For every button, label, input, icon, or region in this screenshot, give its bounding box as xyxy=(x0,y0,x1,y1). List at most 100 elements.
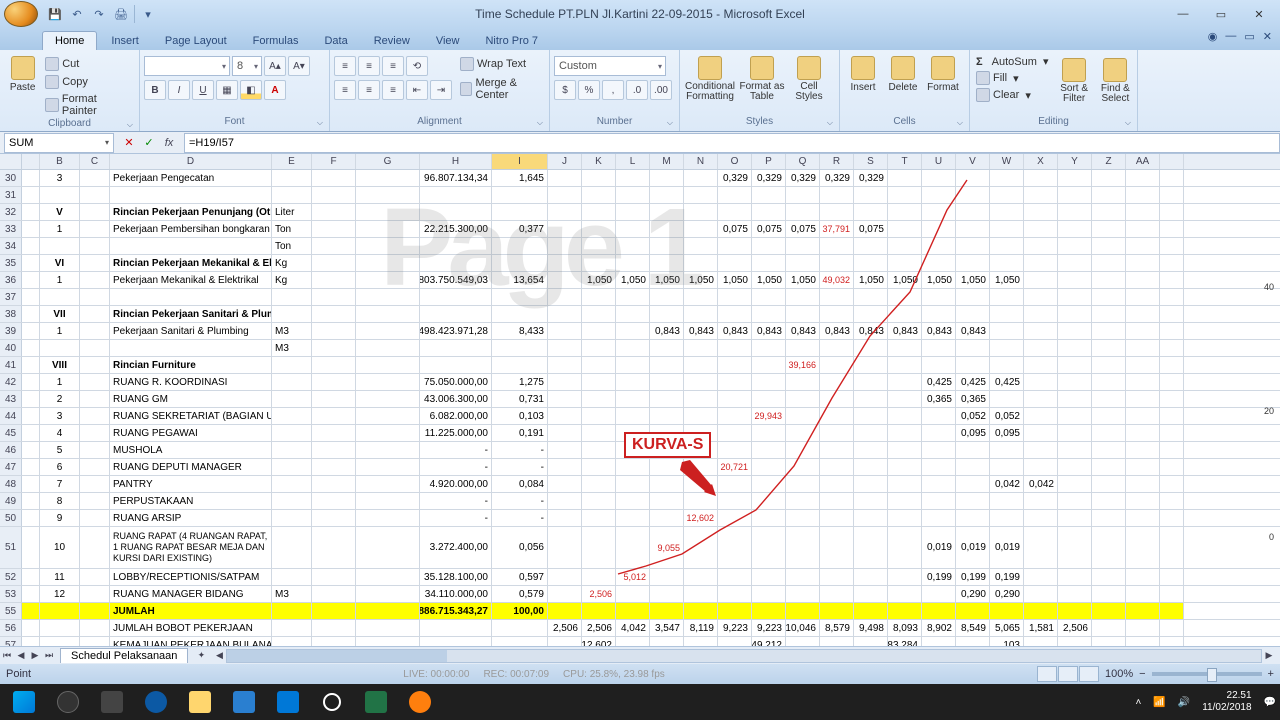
cell[interactable] xyxy=(922,586,956,602)
cell[interactable] xyxy=(1058,204,1092,220)
cell[interactable] xyxy=(922,425,956,441)
cortana-icon[interactable] xyxy=(312,687,352,717)
cell[interactable]: LOBBY/RECEPTIONIS/SATPAM xyxy=(110,569,272,585)
cell[interactable] xyxy=(582,569,616,585)
cell[interactable] xyxy=(80,476,110,492)
cell[interactable] xyxy=(80,340,110,356)
tab-review[interactable]: Review xyxy=(362,32,422,50)
cell[interactable] xyxy=(786,637,820,646)
cell[interactable] xyxy=(272,170,312,186)
cell[interactable] xyxy=(616,637,650,646)
cell[interactable] xyxy=(888,442,922,458)
cell[interactable]: 43.006.300,00 xyxy=(420,391,492,407)
cell[interactable]: 49,032 xyxy=(820,272,854,288)
name-box[interactable]: SUM xyxy=(4,133,114,153)
cell[interactable] xyxy=(888,510,922,526)
cell[interactable] xyxy=(582,170,616,186)
fx-icon[interactable]: fx xyxy=(160,134,178,152)
cell[interactable] xyxy=(312,425,356,441)
cell[interactable]: Pekerjaan Sanitari & Plumbing xyxy=(110,323,272,339)
cell[interactable] xyxy=(548,569,582,585)
cell[interactable] xyxy=(752,374,786,390)
cell[interactable] xyxy=(820,357,854,373)
cell[interactable] xyxy=(990,357,1024,373)
row-header[interactable]: 33 xyxy=(0,221,22,237)
cell[interactable] xyxy=(1092,204,1126,220)
cell[interactable] xyxy=(854,569,888,585)
cell[interactable]: 0,019 xyxy=(990,527,1024,568)
cell[interactable] xyxy=(684,374,718,390)
cell[interactable] xyxy=(990,459,1024,475)
cell[interactable]: RUANG GM xyxy=(110,391,272,407)
cell[interactable] xyxy=(1058,187,1092,203)
cell[interactable] xyxy=(80,493,110,509)
cell[interactable] xyxy=(548,306,582,322)
cell[interactable] xyxy=(1092,272,1126,288)
col-C[interactable]: C xyxy=(80,154,110,169)
cell[interactable] xyxy=(110,289,272,305)
last-sheet-icon[interactable]: ⏭ xyxy=(42,649,56,663)
cell[interactable]: 0,103 xyxy=(492,408,548,424)
cell[interactable] xyxy=(312,238,356,254)
row-38[interactable]: 38VIIRincian Pekerjaan Sanitari & Plumbi… xyxy=(0,306,1280,323)
cell[interactable] xyxy=(1024,306,1058,322)
cell[interactable]: 1,050 xyxy=(786,272,820,288)
cell[interactable] xyxy=(80,510,110,526)
cell[interactable] xyxy=(718,637,752,646)
cell[interactable] xyxy=(922,289,956,305)
cell[interactable]: Rincian Pekerjaan Penunjang (Other Work) xyxy=(110,204,272,220)
cell[interactable]: 1,050 xyxy=(582,272,616,288)
cell[interactable] xyxy=(718,442,752,458)
cell[interactable]: 0,377 xyxy=(492,221,548,237)
cell[interactable] xyxy=(1058,289,1092,305)
cell[interactable]: 0,579 xyxy=(492,586,548,602)
cell[interactable] xyxy=(718,204,752,220)
cell[interactable] xyxy=(548,221,582,237)
cell[interactable] xyxy=(582,221,616,237)
cell[interactable] xyxy=(356,255,420,271)
cell[interactable] xyxy=(312,323,356,339)
cell[interactable] xyxy=(922,408,956,424)
cell[interactable] xyxy=(786,569,820,585)
minimize-button[interactable]: — xyxy=(1170,6,1196,22)
cell[interactable]: 0,042 xyxy=(990,476,1024,492)
cell[interactable] xyxy=(22,476,40,492)
cell[interactable] xyxy=(854,391,888,407)
cell[interactable]: - xyxy=(420,442,492,458)
cell[interactable]: 96.807.134,34 xyxy=(420,170,492,186)
notifications-icon[interactable]: 💬 xyxy=(1264,697,1276,708)
print-icon[interactable]: 🖨 xyxy=(112,5,130,23)
cell[interactable] xyxy=(820,425,854,441)
cell[interactable] xyxy=(582,603,616,619)
cell[interactable]: Ton xyxy=(272,238,312,254)
cell[interactable] xyxy=(718,255,752,271)
cell[interactable] xyxy=(922,357,956,373)
number-format-combo[interactable]: Custom xyxy=(554,56,666,76)
cell[interactable] xyxy=(1092,425,1126,441)
prev-sheet-icon[interactable]: ◀ xyxy=(14,649,28,663)
normal-view-icon[interactable] xyxy=(1037,666,1057,682)
cell[interactable] xyxy=(1092,569,1126,585)
cell[interactable] xyxy=(854,510,888,526)
cell[interactable] xyxy=(582,391,616,407)
delete-cells-button[interactable]: Delete xyxy=(884,52,922,93)
row-header[interactable]: 30 xyxy=(0,170,22,186)
cell[interactable] xyxy=(990,510,1024,526)
minimize-ribbon-icon[interactable]: — xyxy=(1225,30,1236,43)
cell[interactable] xyxy=(492,255,548,271)
cell[interactable] xyxy=(684,391,718,407)
cell[interactable] xyxy=(820,187,854,203)
cell[interactable]: 100,00 xyxy=(492,603,548,619)
conditional-formatting-button[interactable]: Conditional Formatting xyxy=(684,52,736,102)
cell[interactable] xyxy=(786,603,820,619)
cell[interactable]: 2 xyxy=(40,391,80,407)
cell[interactable]: 0,290 xyxy=(990,586,1024,602)
cell[interactable]: 34.110.000,00 xyxy=(420,586,492,602)
cell[interactable] xyxy=(582,289,616,305)
cell[interactable] xyxy=(888,569,922,585)
row-header[interactable]: 56 xyxy=(0,620,22,636)
cell[interactable]: 0,052 xyxy=(990,408,1024,424)
cell[interactable]: 103 xyxy=(990,637,1024,646)
cell[interactable] xyxy=(888,238,922,254)
cell[interactable]: Rincian Pekerjaan Mekanikal & Elektrikal xyxy=(110,255,272,271)
